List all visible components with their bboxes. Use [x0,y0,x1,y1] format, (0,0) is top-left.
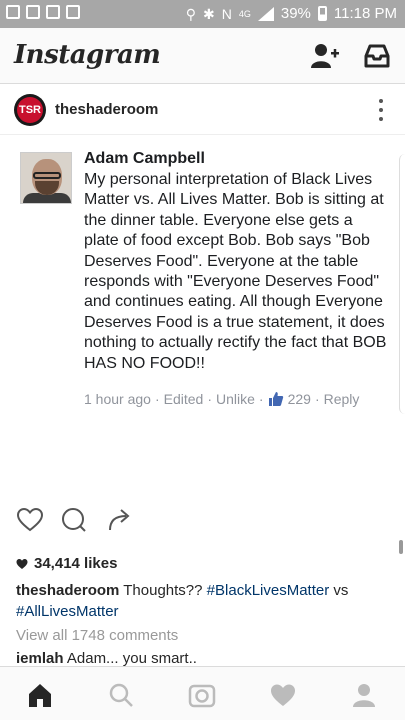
search-icon [109,683,133,707]
bottom-nav [0,666,405,720]
status-indicators: ⚲ ✱ N 4G 39% 11:18 PM [186,5,397,22]
comment-meta: 1 hour ago · Edited · Unlike · 229 · Rep… [84,391,359,407]
comment-reply: Reply [323,391,360,407]
post-caption: theshaderoom Thoughts?? #BlackLivesMatte… [16,580,396,622]
nav-home[interactable] [26,681,54,709]
caption-username[interactable]: theshaderoom [16,582,119,599]
nfc-icon: N [221,5,232,22]
photo-icon [66,5,80,19]
clock: 11:18 PM [333,5,397,22]
avatar-logo: TSR [17,97,43,123]
comment-like-count: 229 [287,391,311,407]
separator: · [258,391,264,407]
heart-icon [16,507,44,532]
more-vertical-icon-dot [379,108,383,112]
notification-icons [6,5,80,19]
nav-profile[interactable] [350,681,378,709]
photo-glasses [33,172,61,179]
hashtag-link[interactable]: #AllLivesMatter [16,603,119,620]
add-user-icon [311,44,339,68]
battery-percent: 39% [280,5,311,22]
status-bar: ⚲ ✱ N 4G 39% 11:18 PM [0,0,405,28]
battery-icon [317,6,327,21]
commenter-photo [20,152,72,204]
post-image[interactable]: Adam Campbell My personal interpretation… [0,136,405,491]
bluetooth-icon: ✱ [203,5,215,22]
more-vertical-icon [379,99,383,103]
avatar[interactable]: TSR [14,94,46,126]
share-button[interactable] [106,506,134,534]
location-icon: ⚲ [185,5,196,22]
comment-time: 1 hour ago [84,391,151,407]
caption-text: vs [333,582,349,599]
view-all-comments-link[interactable]: View all 1748 comments [16,627,178,644]
profile-icon [353,684,375,707]
instagram-logo: Instagram [14,40,161,70]
inbox-icon [364,44,390,68]
like-button[interactable] [16,506,44,534]
photo-icon [46,5,60,19]
notification-icon [26,5,40,19]
home-icon [29,684,51,707]
comment-preview: iemlah Adam... you smart.. [16,650,197,667]
comment-text: My personal interpretation of Black Live… [84,171,387,372]
likes-label: 34,414 likes [34,555,118,572]
scrollbar[interactable] [399,540,403,554]
caption-text: Thoughts?? [123,582,203,599]
share-icon [109,509,130,531]
post-actions [0,500,405,540]
post-header: TSR theshaderoom [0,85,405,135]
more-vertical-icon-dot [379,117,383,121]
app-header: Instagram [0,28,405,84]
add-user-button[interactable] [310,42,340,70]
nav-activity[interactable] [269,681,297,709]
hashtag-link[interactable]: #BlackLivesMatter [207,582,330,599]
likes-count[interactable]: 34,414 likes [16,555,117,572]
inbox-button[interactable] [362,42,392,70]
camera-icon [188,684,216,708]
more-options-button[interactable] [377,99,385,121]
separator: · [154,391,160,407]
comment-edited: Edited [163,391,204,407]
comment-username[interactable]: iemlah [16,650,64,667]
comment-preview-text: Adam... you smart.. [66,650,197,667]
nav-camera[interactable] [188,681,216,709]
separator: · [314,391,320,407]
divider [399,154,405,414]
comment-author: Adam Campbell [84,150,205,167]
thumbs-up-icon [268,392,283,406]
comment-button[interactable] [60,506,88,534]
comment-unlike: Unlike [216,391,255,407]
heart-icon [16,558,28,569]
heart-icon [271,684,295,706]
post-username[interactable]: theshaderoom [55,101,158,118]
comment-icon [62,508,86,532]
signal-icon [257,6,274,21]
separator: · [207,391,212,407]
network-type: 4G [238,8,251,19]
notification-icon [6,5,20,19]
nav-search[interactable] [107,681,135,709]
